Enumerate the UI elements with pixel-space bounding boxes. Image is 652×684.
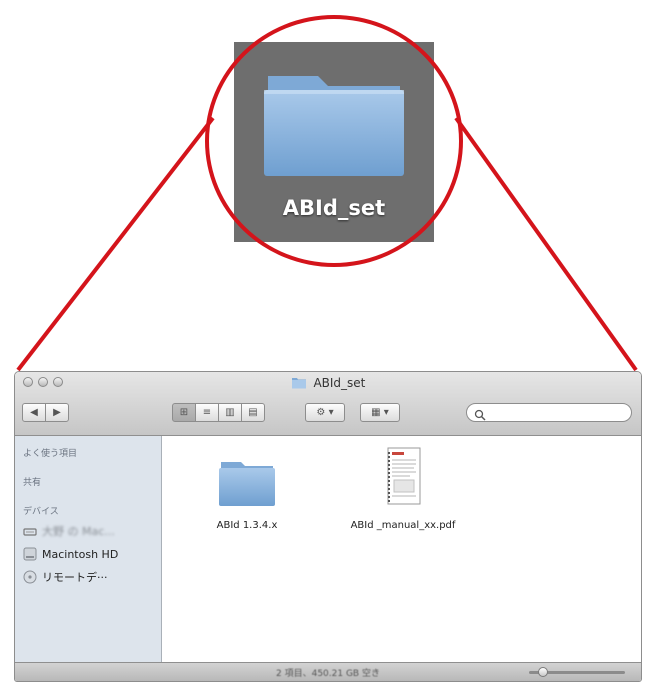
- sidebar-heading-devices: デバイス: [23, 507, 59, 517]
- computer-icon: [23, 525, 37, 537]
- view-mode-control: ⊞ ≡ ▥ ▤: [172, 403, 265, 422]
- hard-disk-icon: [23, 547, 37, 561]
- sidebar-item-remote-disc[interactable]: リモートデ···: [23, 568, 108, 586]
- file-item-pdf[interactable]: ABId _manual_xx.pdf: [340, 446, 466, 531]
- file-browser-content: ABId 1.3.4.x ABId _manual_xx.pdf: [162, 436, 641, 662]
- gear-icon: ⚙: [316, 407, 326, 418]
- arrange-menu-button[interactable]: ▦ ▾: [360, 403, 400, 422]
- sidebar-item-computer[interactable]: 大野 の Mac...: [23, 522, 115, 540]
- chevron-down-icon: ▾: [328, 407, 334, 418]
- sidebar-heading-favorites: よく使う項目: [23, 449, 78, 459]
- file-name: ABId _manual_xx.pdf: [350, 520, 456, 531]
- title-folder-icon: [291, 376, 314, 390]
- back-arrow-icon: ◀: [30, 407, 38, 418]
- forward-arrow-icon: ▶: [53, 407, 61, 418]
- remote-disc-icon: [23, 570, 37, 584]
- back-forward-control: ◀ ▶: [22, 403, 69, 422]
- status-bar: 2 項目、450.21 GB 空き: [15, 662, 641, 681]
- pdf-document-icon: [340, 446, 466, 512]
- sidebar: よく使う項目 共有 デバイス 大野 の Mac... Macintosh HD …: [15, 436, 162, 662]
- chevron-down-icon: ▾: [383, 407, 389, 418]
- file-name: ABId 1.3.4.x: [216, 520, 278, 531]
- search-icon: [474, 406, 486, 425]
- window-title-text: ABId_set: [313, 376, 366, 390]
- window-title: ABId_set: [15, 376, 641, 390]
- folder-icon: [202, 456, 292, 512]
- action-menu-button[interactable]: ⚙ ▾: [305, 403, 345, 422]
- icon-view-icon: ⊞: [179, 407, 189, 418]
- cover-flow-button[interactable]: ▤: [241, 403, 265, 422]
- list-view-icon: ≡: [202, 407, 212, 418]
- toolbar: ABId_set ◀ ▶ ⊞ ≡ ▥ ▤ ⚙ ▾ ▦ ▾: [15, 372, 641, 436]
- list-view-button[interactable]: ≡: [195, 403, 219, 422]
- sidebar-heading-shared: 共有: [23, 478, 42, 488]
- column-view-button[interactable]: ▥: [218, 403, 242, 422]
- file-item-folder[interactable]: ABId 1.3.4.x: [202, 456, 292, 531]
- icon-view-button[interactable]: ⊞: [172, 403, 196, 422]
- column-view-icon: ▥: [225, 407, 235, 418]
- sidebar-item-label: 大野 の Mac...: [42, 525, 115, 538]
- sidebar-item-macintosh-hd[interactable]: Macintosh HD: [23, 545, 118, 563]
- back-button[interactable]: ◀: [22, 403, 46, 422]
- forward-button[interactable]: ▶: [45, 403, 69, 422]
- cover-flow-icon: ▤: [248, 407, 258, 418]
- search-field: [466, 403, 632, 422]
- sidebar-item-label: Macintosh HD: [42, 547, 119, 561]
- finder-window: ABId_set ◀ ▶ ⊞ ≡ ▥ ▤ ⚙ ▾ ▦ ▾ よく使う項目 共有 デ…: [14, 371, 642, 682]
- search-input[interactable]: [489, 405, 629, 421]
- sidebar-item-label: リモートデ···: [42, 571, 108, 584]
- arrange-icon: ▦: [371, 407, 381, 418]
- callout-circle: [205, 15, 463, 267]
